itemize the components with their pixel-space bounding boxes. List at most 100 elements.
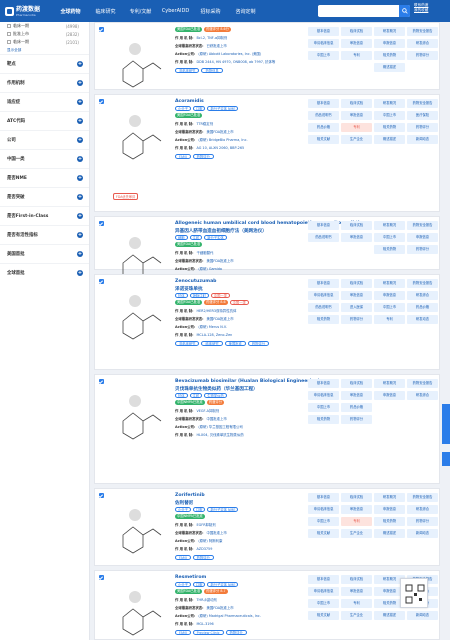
info-link[interactable]: 专利 — [341, 517, 372, 526]
info-link[interactable]: 审批信息 — [341, 233, 372, 242]
card-action-button[interactable]: FAMI — [175, 555, 191, 560]
info-link[interactable]: 中国上市 — [374, 111, 405, 120]
info-link[interactable]: 药品说明书 — [308, 111, 339, 120]
info-link[interactable]: 研发综合 — [407, 505, 438, 514]
info-link[interactable]: 相关文献 — [308, 135, 339, 144]
info-link[interactable]: 申请临床信息 — [308, 391, 339, 400]
info-link[interactable]: 新闻动态 — [407, 611, 438, 620]
card-checkbox[interactable] — [99, 493, 104, 498]
filter-facet[interactable]: 靶点 + — [0, 54, 89, 73]
drug-title[interactable]: Bevacizumab biosimilar (Hualan Biologica… — [175, 379, 320, 384]
expand-plus-icon[interactable]: + — [77, 118, 83, 124]
info-link[interactable]: 中国上市 — [308, 403, 339, 412]
info-link[interactable]: 药物评分 — [341, 315, 372, 324]
drug-title-cn[interactable]: 泽诺妥珠单抗 — [175, 286, 203, 292]
checkbox[interactable] — [7, 40, 11, 44]
drug-title-cn[interactable]: 异基因人脐带血造血祖细胞疗法（美网治仪） — [175, 228, 267, 234]
drug-structure-image[interactable] — [113, 29, 165, 99]
info-link[interactable]: 研发综合 — [407, 291, 438, 300]
card-checkbox[interactable] — [99, 575, 104, 580]
info-link[interactable]: 相关文献 — [308, 611, 339, 620]
field-value[interactable]: (原研) Gamida — [198, 267, 222, 271]
field-value[interactable]: (原研) 华兰基因工程有限公司 — [198, 425, 242, 429]
info-link[interactable]: 研发概况 — [374, 27, 405, 36]
qr-popup[interactable] — [400, 578, 428, 608]
info-link[interactable]: 进入医保 — [341, 303, 372, 312]
side-top-tab[interactable] — [442, 452, 450, 466]
info-link[interactable]: 概述描述 — [374, 529, 405, 538]
field-value[interactable]: 中国批准上市 — [206, 531, 226, 535]
field-value[interactable]: (原研) 阿斯利康 — [198, 539, 222, 543]
info-link[interactable]: 药品价格 — [341, 403, 372, 412]
field-value[interactable]: (原研) Abbott Laboratories, Inc. (美国) — [198, 52, 261, 56]
card-action-button[interactable]: 非临床研究 — [175, 68, 200, 73]
info-link[interactable]: 新闻动态 — [407, 529, 438, 538]
card-action-button[interactable]: 药物评分 — [225, 630, 247, 635]
card-action-button[interactable]: 药物评分 — [247, 341, 270, 346]
card-action-button[interactable]: 美国批准 — [224, 341, 246, 346]
drug-title[interactable]: Resmetirom — [175, 575, 206, 580]
nav-global-drugs[interactable]: 全球药物 — [53, 8, 88, 15]
field-value[interactable]: 美国FDA批准上市 — [206, 259, 233, 263]
drug-structure-image[interactable] — [113, 577, 165, 640]
field-value[interactable]: (原研) BridgeBio Pharma, Inc. — [198, 138, 247, 142]
info-link[interactable]: 审批信息 — [341, 39, 372, 48]
info-link[interactable]: 基本信息 — [308, 221, 339, 230]
info-link[interactable]: 临床试验 — [341, 221, 372, 230]
field-value[interactable]: DDB 2444, HN 4970, ONB008, ab 7997, 抗体等 — [196, 60, 275, 64]
card-checkbox[interactable] — [99, 379, 104, 384]
field-value[interactable]: 中国批准上市 — [206, 417, 226, 421]
info-link[interactable]: 申报信息 — [374, 391, 405, 400]
nav-patents[interactable]: 专利/文献 — [123, 8, 158, 15]
info-link[interactable]: 相关文献 — [308, 529, 339, 538]
nav-procurement[interactable]: 招标采购 — [193, 8, 228, 15]
field-value[interactable]: AZD3759 — [196, 547, 212, 551]
info-link[interactable]: 相关药物 — [374, 245, 405, 254]
info-link[interactable]: 专利 — [374, 315, 405, 324]
field-value[interactable]: EGFR抑制剂 — [196, 523, 215, 527]
card-checkbox[interactable] — [99, 99, 104, 104]
info-link[interactable]: 相关药物 — [308, 315, 339, 324]
field-value[interactable]: AG 10, ALXN 2060, BBP-265 — [196, 146, 244, 150]
field-value[interactable]: Bcl-2, TNF-α抑制剂 — [196, 36, 227, 40]
info-link[interactable]: 药品说明书 — [308, 233, 339, 242]
info-link[interactable]: 审批信息 — [341, 505, 372, 514]
info-link[interactable]: 审批信息 — [341, 291, 372, 300]
info-link[interactable]: 研发动态 — [407, 315, 438, 324]
info-link[interactable]: 相关药物 — [374, 51, 405, 60]
expand-plus-icon[interactable]: + — [77, 80, 83, 86]
info-link[interactable]: 概述描述 — [374, 63, 405, 72]
card-checkbox[interactable] — [99, 279, 104, 284]
info-link[interactable]: 概述描述 — [374, 611, 405, 620]
info-link[interactable]: 药物安全报告 — [407, 493, 438, 502]
info-link[interactable]: 生产企业 — [341, 529, 372, 538]
info-link[interactable]: 药物评分 — [407, 51, 438, 60]
info-link[interactable]: 药物安全报告 — [407, 379, 438, 388]
info-link[interactable]: 研发概况 — [374, 493, 405, 502]
expand-plus-icon[interactable]: + — [77, 270, 83, 276]
search-input[interactable] — [318, 6, 398, 16]
field-value[interactable]: 干细胞替代 — [196, 251, 213, 255]
expand-plus-icon[interactable]: + — [77, 156, 83, 162]
card-action-button[interactable]: FAMI — [175, 154, 191, 159]
card-action-button[interactable]: FAMI — [175, 630, 191, 635]
drug-title[interactable]: Zenocutuzumab — [175, 279, 216, 284]
card-action-button[interactable]: 药物评分 — [192, 555, 214, 560]
info-link[interactable]: 临床试验 — [341, 279, 372, 288]
info-link[interactable]: 临床试验 — [341, 27, 372, 36]
filter-option[interactable]: 临床一期 (2101) — [0, 38, 89, 46]
drug-structure-image[interactable] — [113, 101, 165, 171]
checkbox[interactable] — [7, 32, 11, 36]
filter-facet[interactable]: 美国首批 + — [0, 244, 89, 263]
filter-facet[interactable]: 全球首批 + — [0, 263, 89, 282]
filter-facet[interactable]: ATC代码 + — [0, 111, 89, 130]
info-link[interactable]: 生产企业 — [341, 611, 372, 620]
expand-plus-icon[interactable]: + — [77, 175, 83, 181]
expand-plus-icon[interactable]: + — [77, 251, 83, 257]
info-link[interactable]: 申请临床信息 — [308, 587, 339, 596]
filter-option[interactable]: 批准上市 (2832) — [0, 30, 89, 38]
filter-facet[interactable]: 公司 + — [0, 130, 89, 149]
info-link[interactable]: 申报信息 — [374, 39, 405, 48]
info-link[interactable]: 基本信息 — [308, 27, 339, 36]
info-link[interactable]: 研发综合 — [407, 39, 438, 48]
